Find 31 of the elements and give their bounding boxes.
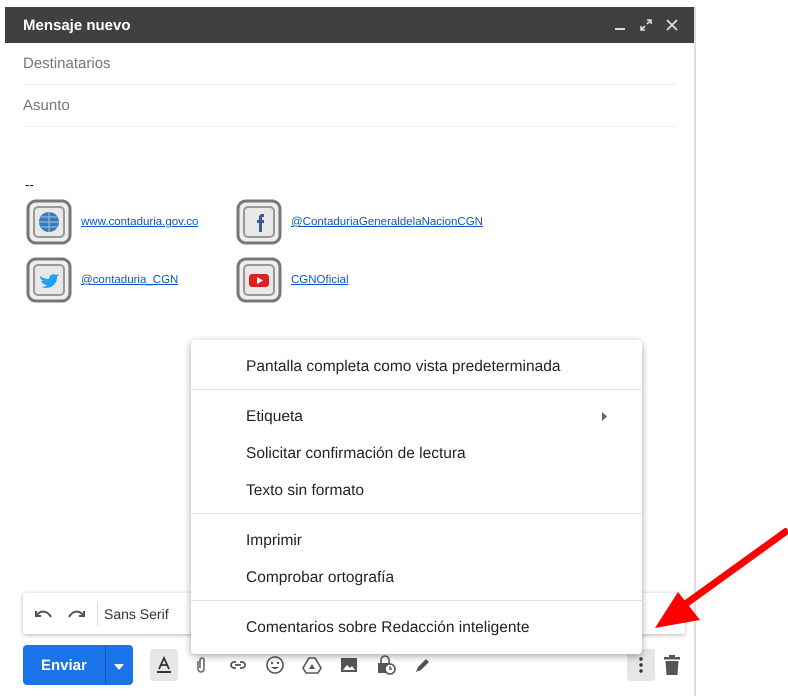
drive-icon — [302, 655, 322, 675]
link[interactable]: CGNOficial — [291, 274, 349, 286]
bird-icon — [25, 256, 73, 304]
menu-item[interactable]: Etiqueta — [191, 398, 642, 435]
more-options-button[interactable] — [627, 649, 655, 681]
menu-item[interactable]: Texto sin formato — [191, 472, 642, 509]
submenu-arrow-icon — [602, 412, 607, 421]
more-vertical-icon — [639, 657, 643, 673]
menu-item[interactable]: Solicitar confirmación de lectura — [191, 435, 642, 472]
facebook-icon — [235, 198, 283, 246]
menu-item[interactable]: Comentarios sobre Redacción inteligente — [191, 609, 642, 646]
expand-icon[interactable] — [640, 19, 652, 31]
font-selector[interactable]: Sans Serif — [104, 606, 169, 622]
trash-icon[interactable] — [664, 655, 680, 675]
text-format-button[interactable] — [150, 649, 178, 681]
menu-item[interactable]: Comprobar ortografía — [191, 559, 642, 596]
menu-item[interactable]: Pantalla completa como vista predeterminada — [191, 348, 642, 385]
send-options-button[interactable] — [104, 645, 133, 685]
close-icon[interactable] — [666, 19, 678, 31]
window-title: Mensaje nuevo — [23, 16, 131, 34]
smiley-icon — [264, 655, 285, 675]
image-icon — [338, 655, 359, 675]
menu-item[interactable]: Imprimir — [191, 522, 642, 559]
caret-icon — [114, 664, 124, 670]
link[interactable]: @contaduria_CGN — [81, 274, 178, 286]
link[interactable]: www.contaduria.gov.co — [81, 216, 198, 228]
signature-separator: -- — [25, 177, 35, 192]
link[interactable]: @ContaduriaGeneraldelaNacionCGN — [291, 216, 483, 228]
send-button[interactable]: Enviar — [23, 645, 105, 685]
globe-icon — [25, 198, 73, 246]
play-icon — [235, 256, 283, 304]
